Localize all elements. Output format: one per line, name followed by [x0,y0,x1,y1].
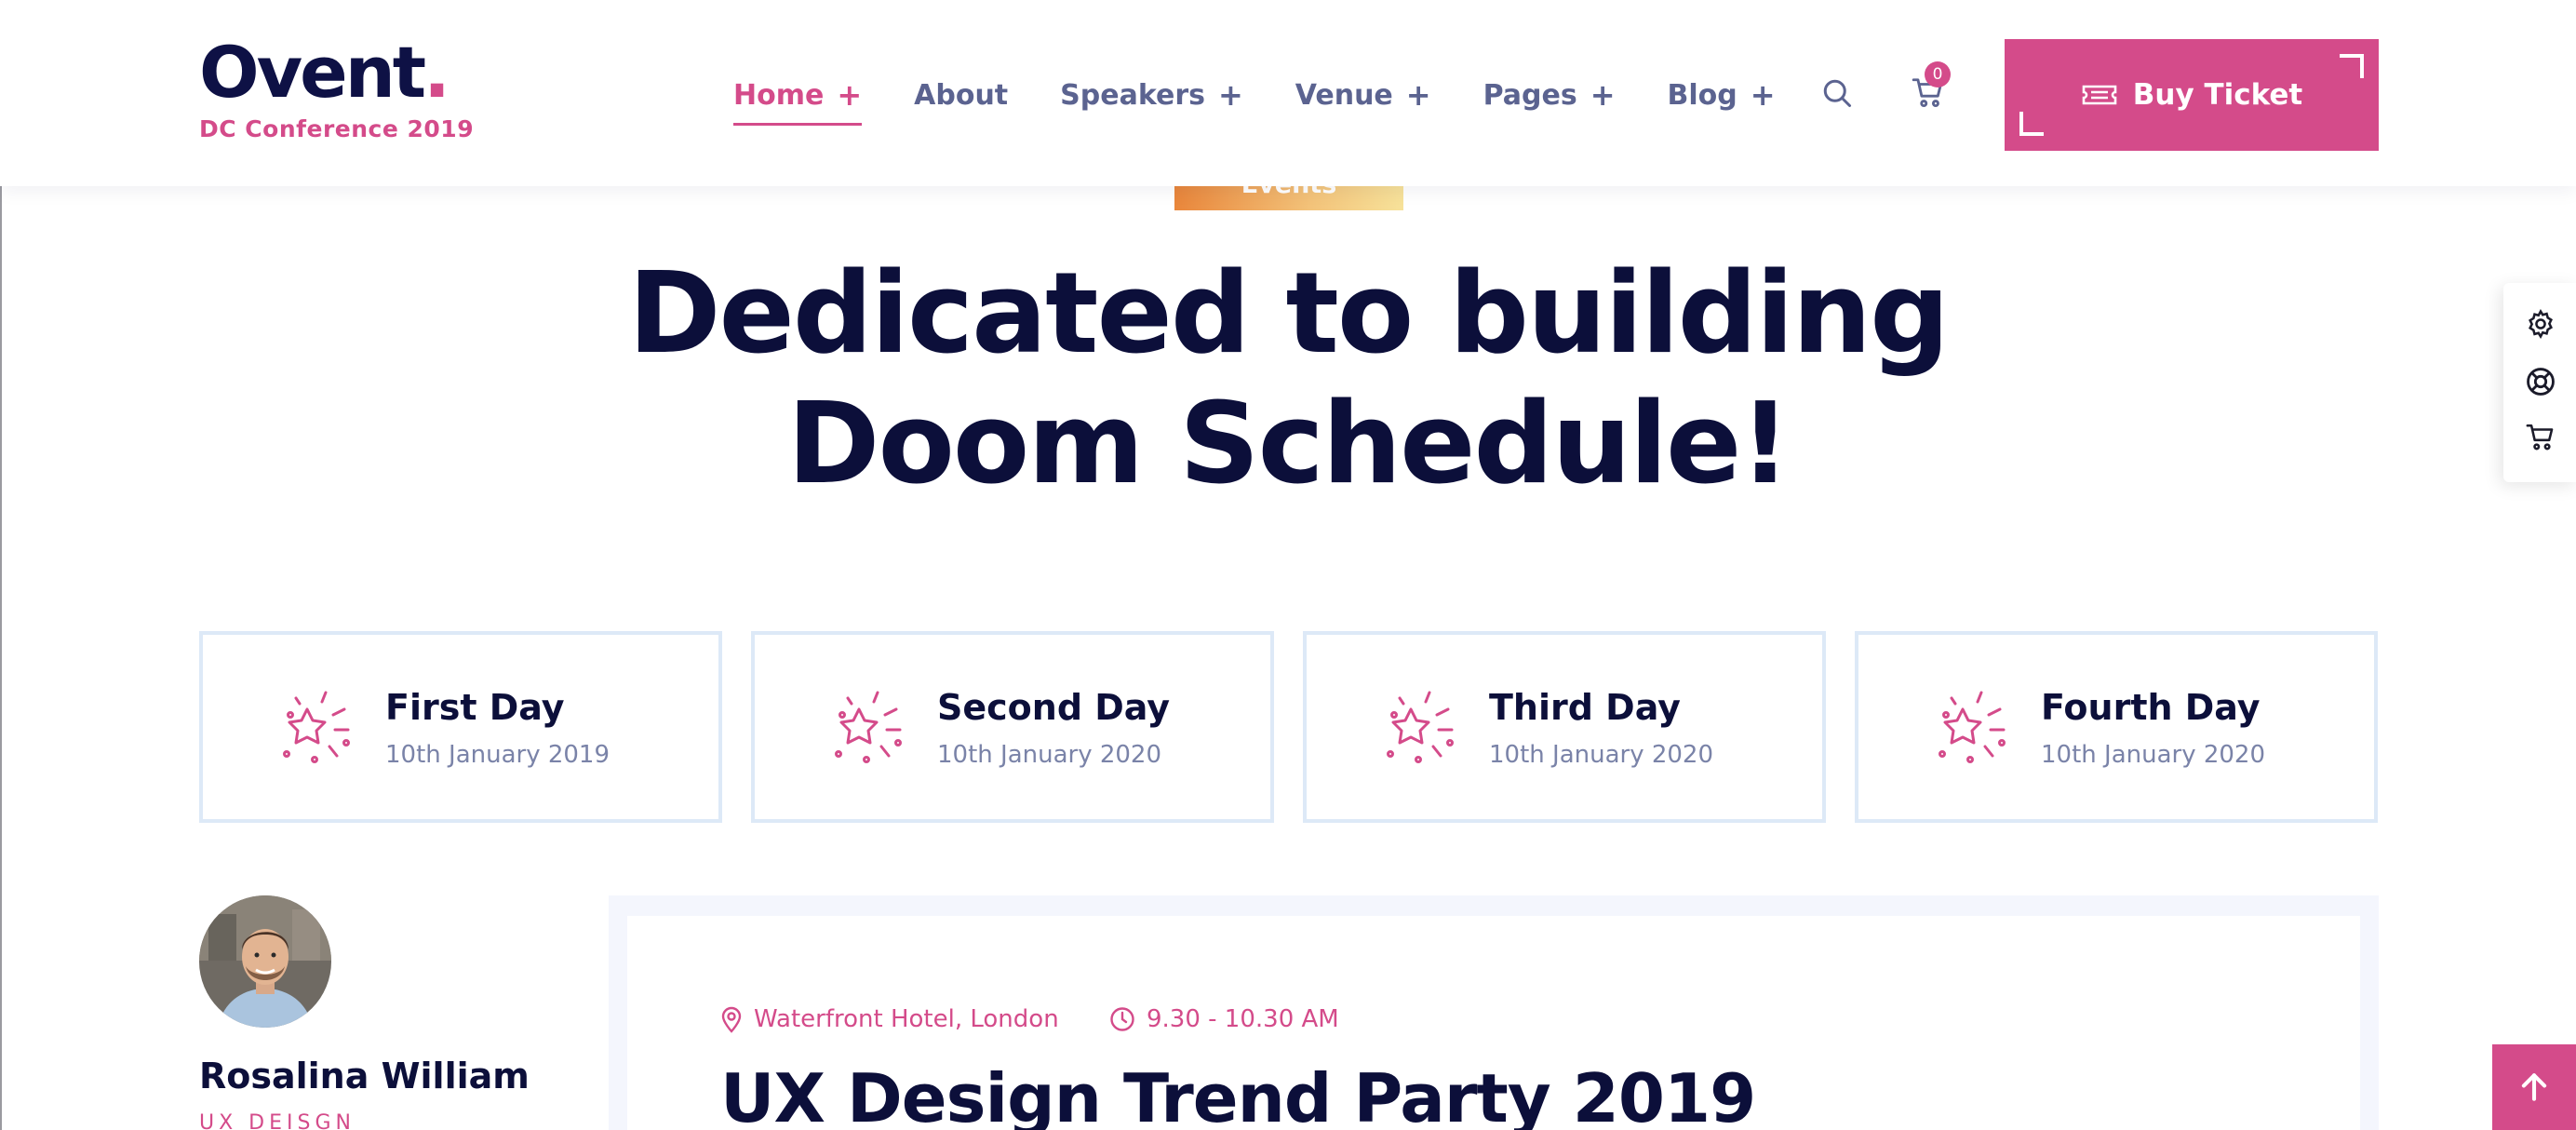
sparkle-star-icon [283,691,350,763]
nav-item-blog[interactable]: Blog + [1668,77,1776,113]
logo-tagline: DC Conference 2019 [199,115,475,142]
ticket-icon [2081,81,2118,109]
day-tab-fourth[interactable]: Fourth Day 10th January 2020 [1855,631,2378,823]
session-location-text: Waterfront Hotel, London [754,1005,1059,1033]
hero-title-line-1: Dedicated to building [627,249,1950,379]
buy-ticket-label: Buy Ticket [2132,78,2303,112]
hero-title: Dedicated to building Doom Schedule! [0,249,2576,510]
speaker-avatar[interactable] [199,895,331,1028]
sparkle-star-icon [1387,691,1454,763]
cart-icon [2526,424,2554,451]
day-tab-date: 10th January 2020 [937,741,1162,769]
session-title[interactable]: UX Design Trend Party 2019 [720,1059,1756,1130]
day-tab-title: First Day [385,687,565,728]
day-tab-date: 10th January 2020 [1489,741,1714,769]
nav-item-about[interactable]: About [914,79,1008,112]
buy-ticket-button[interactable]: Buy Ticket [2005,39,2379,151]
session-location: Waterfront Hotel, London [720,1005,1059,1033]
nav-item-speakers[interactable]: Speakers + [1060,77,1243,113]
lifebuoy-icon [2527,368,2555,396]
site-header: Ovent. DC Conference 2019 Home + About Sp… [0,0,2576,186]
settings-button[interactable] [2522,305,2559,343]
cart-count-badge: 0 [1925,61,1951,87]
day-tab-date: 10th January 2020 [2041,741,2266,769]
plus-icon: + [1405,77,1431,113]
speaker-role: UX DEISGN [199,1111,356,1130]
session-time-text: 9.30 - 10.30 AM [1147,1005,1339,1033]
plus-icon: + [837,77,863,113]
sparkle-star-icon [835,691,902,763]
back-to-top-button[interactable] [2492,1044,2576,1130]
arrow-up-icon [2521,1073,2547,1101]
corner-decoration [2019,112,2044,136]
plus-icon: + [1750,77,1776,113]
map-pin-icon [720,1005,743,1033]
nav-item-venue[interactable]: Venue + [1295,77,1431,113]
gear-icon [2529,308,2553,340]
side-toolbar [2503,283,2576,482]
side-cart-button[interactable] [2522,419,2559,456]
day-tab-title: Third Day [1489,687,1681,728]
site-logo[interactable]: Ovent. DC Conference 2019 [199,31,475,143]
search-icon [1823,79,1851,107]
main-nav: Home + About Speakers + Venue + Pages + Blog… [733,71,1828,126]
corner-decoration [2340,54,2364,78]
sparkle-star-icon [1939,691,2006,763]
nav-item-pages[interactable]: Pages + [1483,77,1616,113]
search-button[interactable] [1817,73,1858,114]
day-tab-date: 10th January 2019 [385,741,610,769]
plus-icon: + [1217,77,1243,113]
session-time: 9.30 - 10.30 AM [1109,1005,1339,1033]
clock-icon [1109,1006,1135,1032]
day-tab-title: Second Day [937,687,1171,728]
nav-item-home[interactable]: Home + [733,77,863,126]
day-tab-second[interactable]: Second Day 10th January 2020 [751,631,1274,823]
logo-wordmark: Ovent. [199,31,450,114]
speaker-name[interactable]: Rosalina William [199,1056,530,1096]
day-tab-first[interactable]: First Day 10th January 2019 [199,631,722,823]
day-tab-title: Fourth Day [2041,687,2261,728]
day-tab-third[interactable]: Third Day 10th January 2020 [1303,631,1826,823]
plus-icon: + [1590,77,1616,113]
support-button[interactable] [2522,363,2559,400]
hero-title-line-2: Doom Schedule! [786,380,1791,509]
